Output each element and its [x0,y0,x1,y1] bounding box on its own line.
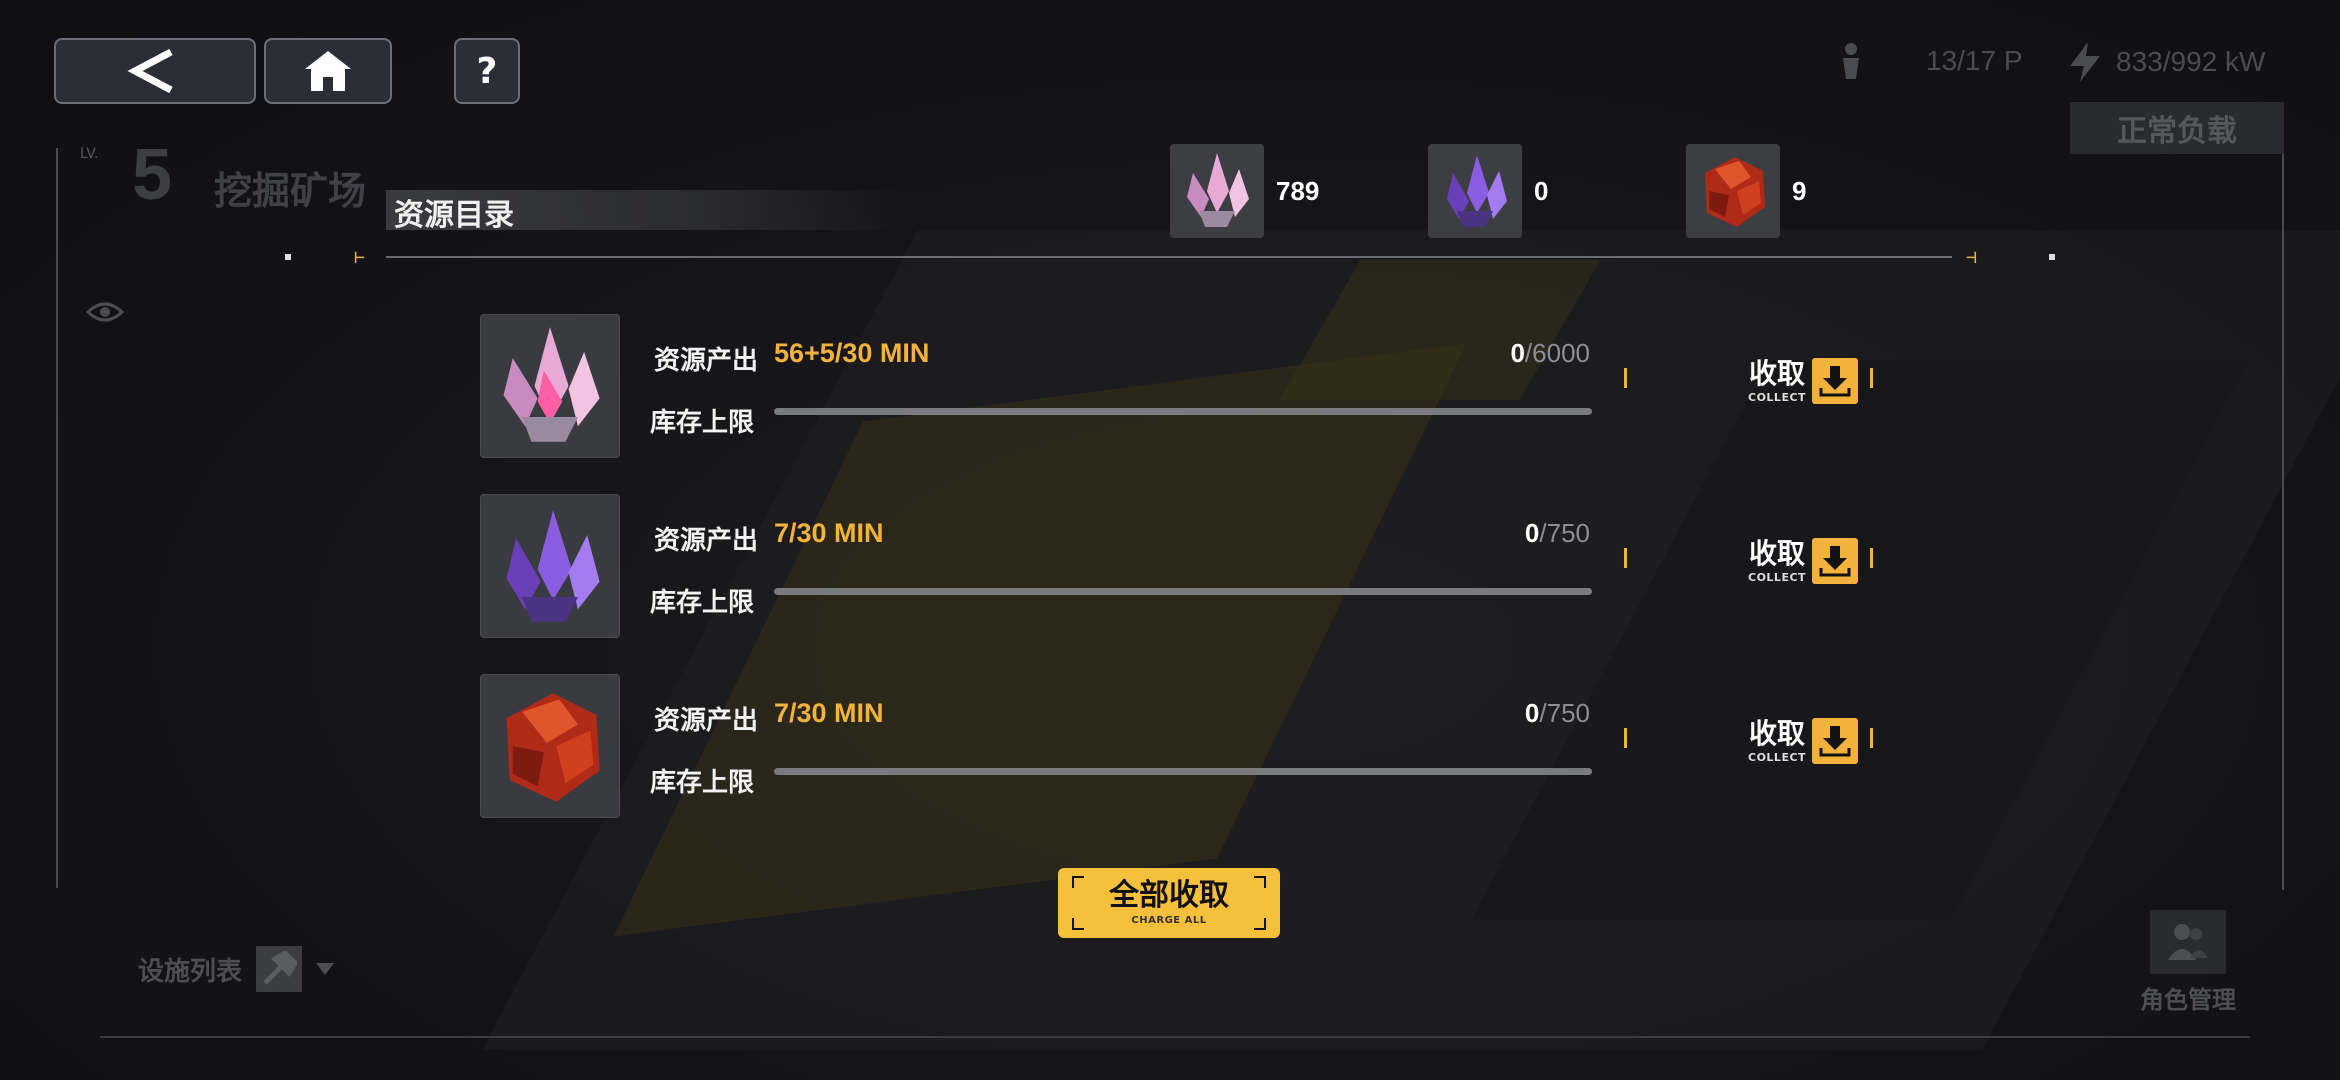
stock-current: 0 [1524,698,1540,728]
download-icon [1812,358,1859,404]
capacity-label: 库存上限 [650,408,755,438]
pink-crystal-icon [480,314,620,458]
divider-dot-right [2049,254,2055,260]
dropdown-chevron-icon [316,963,335,975]
capacity-label: 库存上限 [650,768,755,798]
facility-list-button[interactable]: 设施列表 [138,946,335,992]
stock-current: 0 [1524,518,1540,548]
red-ore-count: 9 [1792,175,1807,206]
collect-button[interactable]: 收取 COLLECT [1748,356,1859,404]
output-label: 资源产出 [654,706,759,736]
back-button[interactable] [54,38,256,104]
output-rate: 56+5/30 MIN [774,338,930,368]
resource-summary-pink: 789 [1170,144,1319,238]
red-ore-icon [480,674,620,818]
facility-list-label: 设施列表 [138,956,243,987]
bracket-right-icon [1870,368,1873,388]
personnel-count: 13/17 P [1926,45,2023,76]
help-label: ? [476,50,498,92]
charge-all-sub-label: CHARGE ALL [1131,914,1207,926]
bracket-left-icon [1624,548,1627,568]
stock-progress-bar [774,768,1592,775]
eye-icon[interactable] [86,298,124,326]
corner-tr [1254,876,1266,888]
person-icon [1843,43,1859,79]
corner-br [1254,918,1266,930]
people-icon [2150,910,2226,974]
output-label: 资源产出 [654,346,759,376]
stock-quantity: 0/750 [1525,518,1590,549]
output-rate: 7/30 MIN [774,698,884,728]
download-icon [1812,538,1859,584]
download-icon [1812,718,1859,764]
corner-tl [1072,876,1084,888]
role-management-label: 角色管理 [2140,986,2236,1014]
collect-sub-label: COLLECT [1748,570,1807,584]
output-rate: 7/30 MIN [774,518,884,548]
level-prefix: LV. [80,146,99,162]
output-label: 资源产出 [654,526,759,556]
corner-bl [1072,918,1084,930]
load-status-badge: 正常负载 [2070,102,2284,154]
power-value: 833/992 kW [2116,46,2266,77]
help-button[interactable]: ? [454,38,520,104]
purple-crystal-icon [1428,144,1522,238]
hud-frame-right [2282,110,2284,890]
pink-crystal-icon [1170,144,1264,238]
resource-row-red: 资源产出 7/30 MIN 0/750 库存上限 收取 COLLECT [480,674,1880,818]
role-management-button[interactable]: 角色管理 [2140,910,2236,1015]
purple-crystal-count: 0 [1534,175,1549,206]
red-ore-icon [1686,144,1780,238]
stock-progress-bar [774,588,1592,595]
collect-sub-label: COLLECT [1748,390,1807,404]
capacity-label: 库存上限 [650,588,755,618]
resource-row-purple: 资源产出 7/30 MIN 0/750 库存上限 收取 COLLECT [480,494,1880,638]
facility-name: 挖掘矿场 [214,169,367,213]
bracket-left-icon [1624,368,1627,388]
resource-summary-red: 9 [1686,144,1806,238]
charge-all-label: 全部收取 [1109,877,1229,913]
home-button[interactable] [264,38,392,104]
collect-label: 收取 [1749,536,1806,570]
stock-current: 0 [1510,338,1525,368]
collect-button[interactable]: 收取 COLLECT [1748,536,1859,584]
divider-dot-left [285,254,291,260]
resource-summary-purple: 0 [1428,144,1548,238]
stock-max: /6000 [1524,338,1590,368]
bracket-left-icon [1624,728,1627,748]
stock-quantity: 0/6000 [1510,338,1590,369]
hud-frame-bottom [100,1036,2250,1038]
back-arrow-icon [127,48,173,94]
hammer-icon [256,946,303,992]
facility-level: 5 [132,135,173,215]
purple-crystal-icon [480,494,620,638]
charge-all-button[interactable]: 全部收取 CHARGE ALL [1058,868,1280,938]
collect-label: 收取 [1749,716,1806,750]
collect-sub-label: COLLECT [1748,750,1807,764]
stock-progress-bar [774,408,1592,415]
divider-cap-left-icon: ⊢ [354,247,365,268]
collect-button[interactable]: 收取 COLLECT [1748,716,1859,764]
stock-quantity: 0/750 [1525,698,1590,729]
home-icon [305,51,351,91]
pink-crystal-count: 789 [1276,175,1320,206]
lightning-icon [2070,42,2100,82]
power-status: 833/992 kW [2068,42,2265,82]
stock-max: /750 [1539,518,1590,548]
catalog-divider [386,256,1952,258]
bracket-right-icon [1870,548,1873,568]
stock-max: /750 [1539,698,1590,728]
collect-label: 收取 [1749,356,1806,390]
personnel-status: 13/17 P [1840,42,2023,80]
resource-row-pink: 资源产出 56+5/30 MIN 0/6000 库存上限 收取 COLLECT [480,314,1880,458]
bracket-right-icon [1870,728,1873,748]
catalog-title: 资源目录 [394,198,514,233]
divider-cap-right-icon: ⊣ [1966,247,1977,268]
hud-frame-left [56,148,58,888]
